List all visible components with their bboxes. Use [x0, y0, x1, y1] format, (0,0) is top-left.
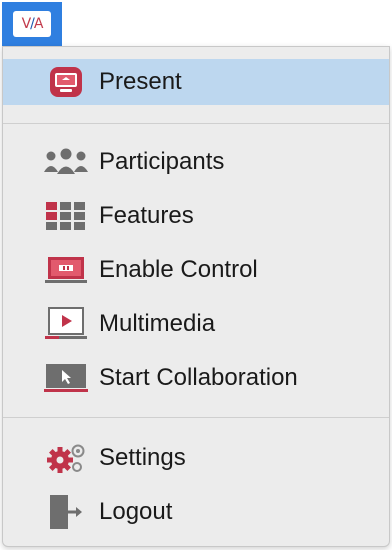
- menu-item-label: Participants: [99, 148, 225, 175]
- logout-door-icon: [43, 495, 89, 529]
- menu-item-enable-control[interactable]: Enable Control: [3, 247, 389, 293]
- menu-item-label: Settings: [99, 444, 186, 471]
- menu-separator: [3, 417, 389, 418]
- menu-item-label: Features: [99, 202, 194, 229]
- logo-letter-a: A: [33, 16, 44, 32]
- multimedia-play-icon: [43, 307, 89, 341]
- dropdown-menu: Present Participants Features Enable Con…: [2, 46, 390, 547]
- settings-gears-icon: [43, 441, 89, 475]
- logo-letter-v: V: [21, 16, 32, 32]
- menubar-app-button[interactable]: V / A: [2, 2, 62, 46]
- menu-item-label: Logout: [99, 498, 173, 525]
- menu-item-settings[interactable]: Settings: [3, 435, 389, 481]
- menu-item-participants[interactable]: Participants: [3, 139, 389, 185]
- menu-item-start-collaboration[interactable]: Start Collaboration: [3, 355, 389, 401]
- menu-item-logout[interactable]: Logout: [3, 489, 389, 535]
- enable-control-icon: [43, 253, 89, 287]
- participants-icon: [43, 145, 89, 179]
- menu-item-present[interactable]: Present: [3, 59, 389, 105]
- features-grid-icon: [43, 199, 89, 233]
- menu-item-label: Start Collaboration: [99, 364, 298, 391]
- menu-item-label: Multimedia: [99, 310, 216, 337]
- collaboration-cursor-icon: [43, 361, 89, 395]
- menu-separator: [3, 123, 389, 124]
- menu-item-features[interactable]: Features: [3, 193, 389, 239]
- page: V / A Present Participants Features Enab…: [0, 0, 392, 550]
- present-screen-icon: [43, 65, 89, 99]
- menu-item-label: Enable Control: [99, 256, 258, 283]
- menu-item-multimedia[interactable]: Multimedia: [3, 301, 389, 347]
- menu-item-label: Present: [99, 68, 182, 95]
- via-logo-icon: V / A: [13, 11, 51, 37]
